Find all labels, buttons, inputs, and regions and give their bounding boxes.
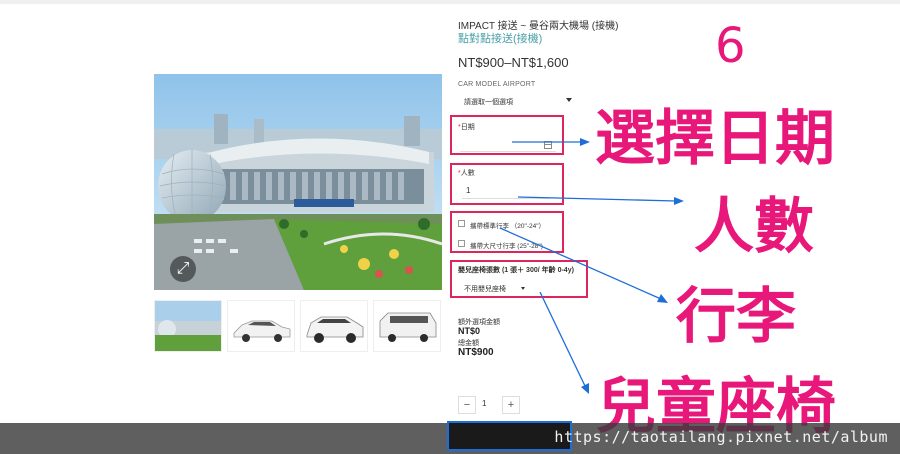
watermark-url: https://taotailang.pixnet.net/album bbox=[554, 428, 888, 446]
add-to-cart-button[interactable] bbox=[447, 421, 572, 451]
step-number: 6 bbox=[715, 18, 746, 74]
annotation-people: 人數 bbox=[694, 192, 814, 262]
annotation-luggage: 行李 bbox=[676, 282, 796, 352]
annotation-select-date: 選擇日期 bbox=[595, 104, 835, 174]
